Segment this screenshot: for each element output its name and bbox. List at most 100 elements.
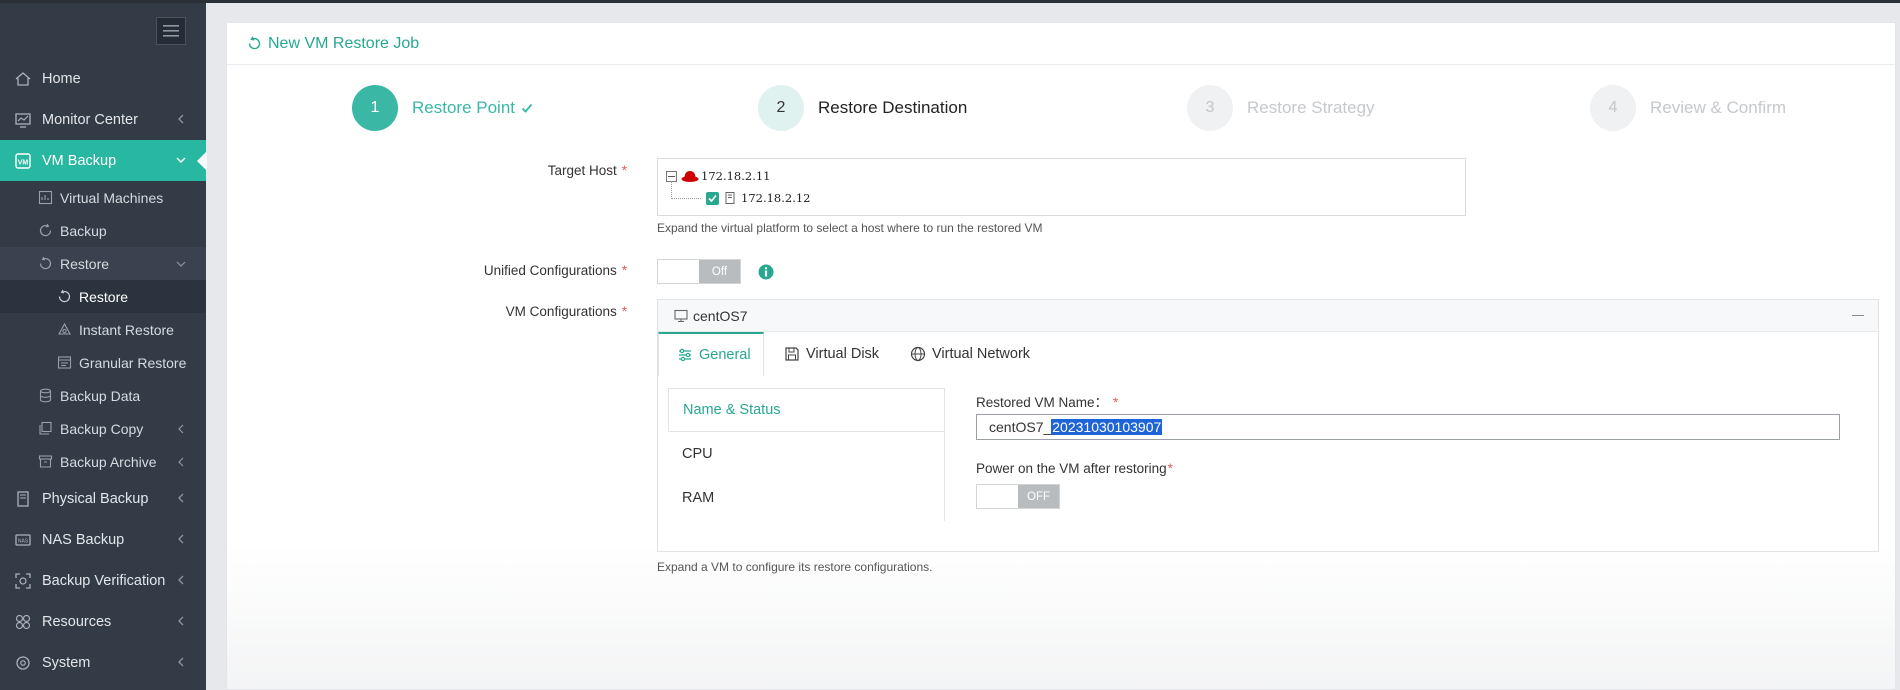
- chevron-left-icon: [178, 616, 184, 626]
- required-mark: *: [1167, 461, 1173, 476]
- sidebar-item-granular-restore[interactable]: Granular Restore: [0, 346, 206, 379]
- minimize-icon[interactable]: [1852, 315, 1864, 316]
- nas-icon: NAS: [12, 531, 34, 549]
- disk-icon: [785, 347, 799, 361]
- sidebar-item-monitor-center[interactable]: Monitor Center: [0, 99, 206, 140]
- step-restore-destination[interactable]: 2 Restore Destination: [758, 85, 967, 131]
- sidebar-item-backup-verification[interactable]: Backup Verification: [0, 560, 206, 601]
- vm-icon: VM: [12, 152, 34, 170]
- granular-restore-icon: [57, 355, 73, 371]
- sidebar-item-label: Granular Restore: [79, 354, 187, 371]
- copy-icon: [38, 421, 54, 437]
- step-restore-point[interactable]: 1 Restore Point: [352, 85, 533, 131]
- sidebar-item-physical-backup[interactable]: Physical Backup: [0, 478, 206, 519]
- menu-toggle-button[interactable]: [156, 17, 186, 45]
- vm-header[interactable]: centOS7: [658, 300, 1878, 332]
- step-number: 3: [1187, 85, 1233, 131]
- server-icon: [725, 192, 735, 204]
- step-restore-strategy: 3 Restore Strategy: [1187, 85, 1375, 131]
- tree-node-child[interactable]: 172.18.2.12: [706, 191, 811, 205]
- required-mark: *: [621, 163, 627, 178]
- sidebar-item-restore-group[interactable]: Restore: [0, 247, 206, 280]
- chevron-left-icon: [178, 114, 184, 124]
- vm-config-box: centOS7 General Virtual Disk Virtual Net…: [657, 299, 1879, 552]
- restored-vm-name-input[interactable]: centOS7_ 20231030103907: [976, 414, 1840, 440]
- sidebar-item-label: Backup Archive: [60, 453, 157, 470]
- info-icon[interactable]: [758, 264, 774, 280]
- collapse-icon[interactable]: [666, 170, 677, 182]
- home-icon: [12, 70, 34, 88]
- backup-icon: [38, 223, 54, 239]
- tab-general[interactable]: General: [658, 332, 764, 376]
- step-number: 2: [758, 85, 804, 131]
- restore-icon: [38, 256, 54, 272]
- physical-server-icon: [12, 490, 34, 508]
- panel-header: New VM Restore Job: [227, 23, 1895, 65]
- sidebar-item-label: VM Backup: [42, 152, 117, 169]
- sliders-icon: [679, 348, 691, 362]
- chevron-left-icon: [178, 457, 184, 467]
- tab-label: Virtual Network: [932, 346, 1031, 362]
- step-label: Restore Point: [412, 98, 515, 117]
- vm-config-hint: Expand a VM to configure its restore con…: [657, 560, 933, 574]
- vm-configurations-label: VM Configurations *: [506, 304, 627, 319]
- chevron-left-icon: [178, 534, 184, 544]
- sidebar-item-backup-copy[interactable]: Backup Copy: [0, 412, 206, 445]
- chevron-left-icon: [178, 424, 184, 434]
- sidebar-item-label: Home: [42, 70, 81, 87]
- sidebar-item-home[interactable]: Home: [0, 58, 206, 99]
- sidebar-item-backup[interactable]: Backup: [0, 214, 206, 247]
- sidebar-item-label: System: [42, 654, 91, 671]
- list-item-ram[interactable]: RAM: [668, 476, 944, 520]
- sidebar-nav: Home Monitor Center VM VM Backup Virtual…: [0, 58, 207, 683]
- tab-label: General: [699, 347, 751, 363]
- sidebar-item-restore[interactable]: Restore: [0, 280, 206, 313]
- restored-vm-name-label: Restored VM Name： *: [976, 391, 1118, 411]
- input-prefix-text: centOS7_: [989, 419, 1052, 435]
- vm-name: centOS7: [693, 307, 748, 324]
- check-icon: [708, 194, 717, 202]
- sidebar-item-instant-restore[interactable]: Instant Restore: [0, 313, 206, 346]
- top-strip: [0, 0, 1900, 3]
- sidebar-item-virtual-machines[interactable]: Virtual Machines: [0, 181, 206, 214]
- tab-virtual-disk[interactable]: Virtual Disk: [784, 332, 879, 376]
- sidebar-item-label: Backup: [60, 222, 107, 239]
- label-text: Target Host: [547, 163, 617, 178]
- sidebar-item-label: Instant Restore: [79, 321, 174, 338]
- general-section-list: Name & Status CPU RAM: [668, 388, 945, 521]
- gear-icon: [12, 654, 34, 672]
- step-review-confirm: 4 Review & Confirm: [1590, 85, 1786, 131]
- sidebar-item-backup-data[interactable]: Backup Data: [0, 379, 206, 412]
- sidebar-item-label: Backup Data: [60, 387, 141, 404]
- sidebar-item-label: Restore: [79, 288, 129, 305]
- restore-icon: [57, 289, 73, 305]
- power-on-toggle[interactable]: OFF: [976, 484, 1060, 509]
- target-host-label: Target Host *: [548, 163, 627, 178]
- step-label: Restore Destination: [818, 98, 968, 117]
- resources-icon: [12, 613, 34, 631]
- child-host-name: 172.18.2.12: [741, 191, 811, 205]
- sidebar-item-backup-archive[interactable]: Backup Archive: [0, 445, 206, 478]
- tab-virtual-network[interactable]: Virtual Network: [910, 332, 1030, 376]
- sidebar-item-label: Restore: [60, 255, 110, 272]
- sidebar-item-vm-backup[interactable]: VM VM Backup: [0, 140, 207, 181]
- archive-icon: [38, 454, 54, 470]
- host-checkbox[interactable]: [706, 191, 719, 205]
- list-item-name-status[interactable]: Name & Status: [668, 388, 944, 432]
- virtual-machines-icon: [38, 190, 54, 206]
- toggle-knob: [977, 485, 1018, 508]
- label-text: Restored VM Name：: [976, 395, 1109, 410]
- list-item-cpu[interactable]: CPU: [668, 432, 944, 476]
- unified-configurations-toggle[interactable]: Off: [657, 259, 741, 284]
- step-number: 4: [1590, 85, 1636, 131]
- sidebar-item-label: Backup Verification: [42, 572, 166, 589]
- sidebar-item-system[interactable]: System: [0, 642, 206, 683]
- sidebar-item-resources[interactable]: Resources: [0, 601, 206, 642]
- chevron-left-icon: [178, 493, 184, 503]
- sidebar-item-nas-backup[interactable]: NAS NAS Backup: [0, 519, 206, 560]
- globe-icon: [910, 346, 926, 362]
- vm-monitor-icon: [674, 309, 688, 322]
- monitor-icon: [12, 111, 34, 129]
- step-label: Review & Confirm: [1650, 98, 1787, 117]
- toggle-state: Off: [699, 260, 740, 283]
